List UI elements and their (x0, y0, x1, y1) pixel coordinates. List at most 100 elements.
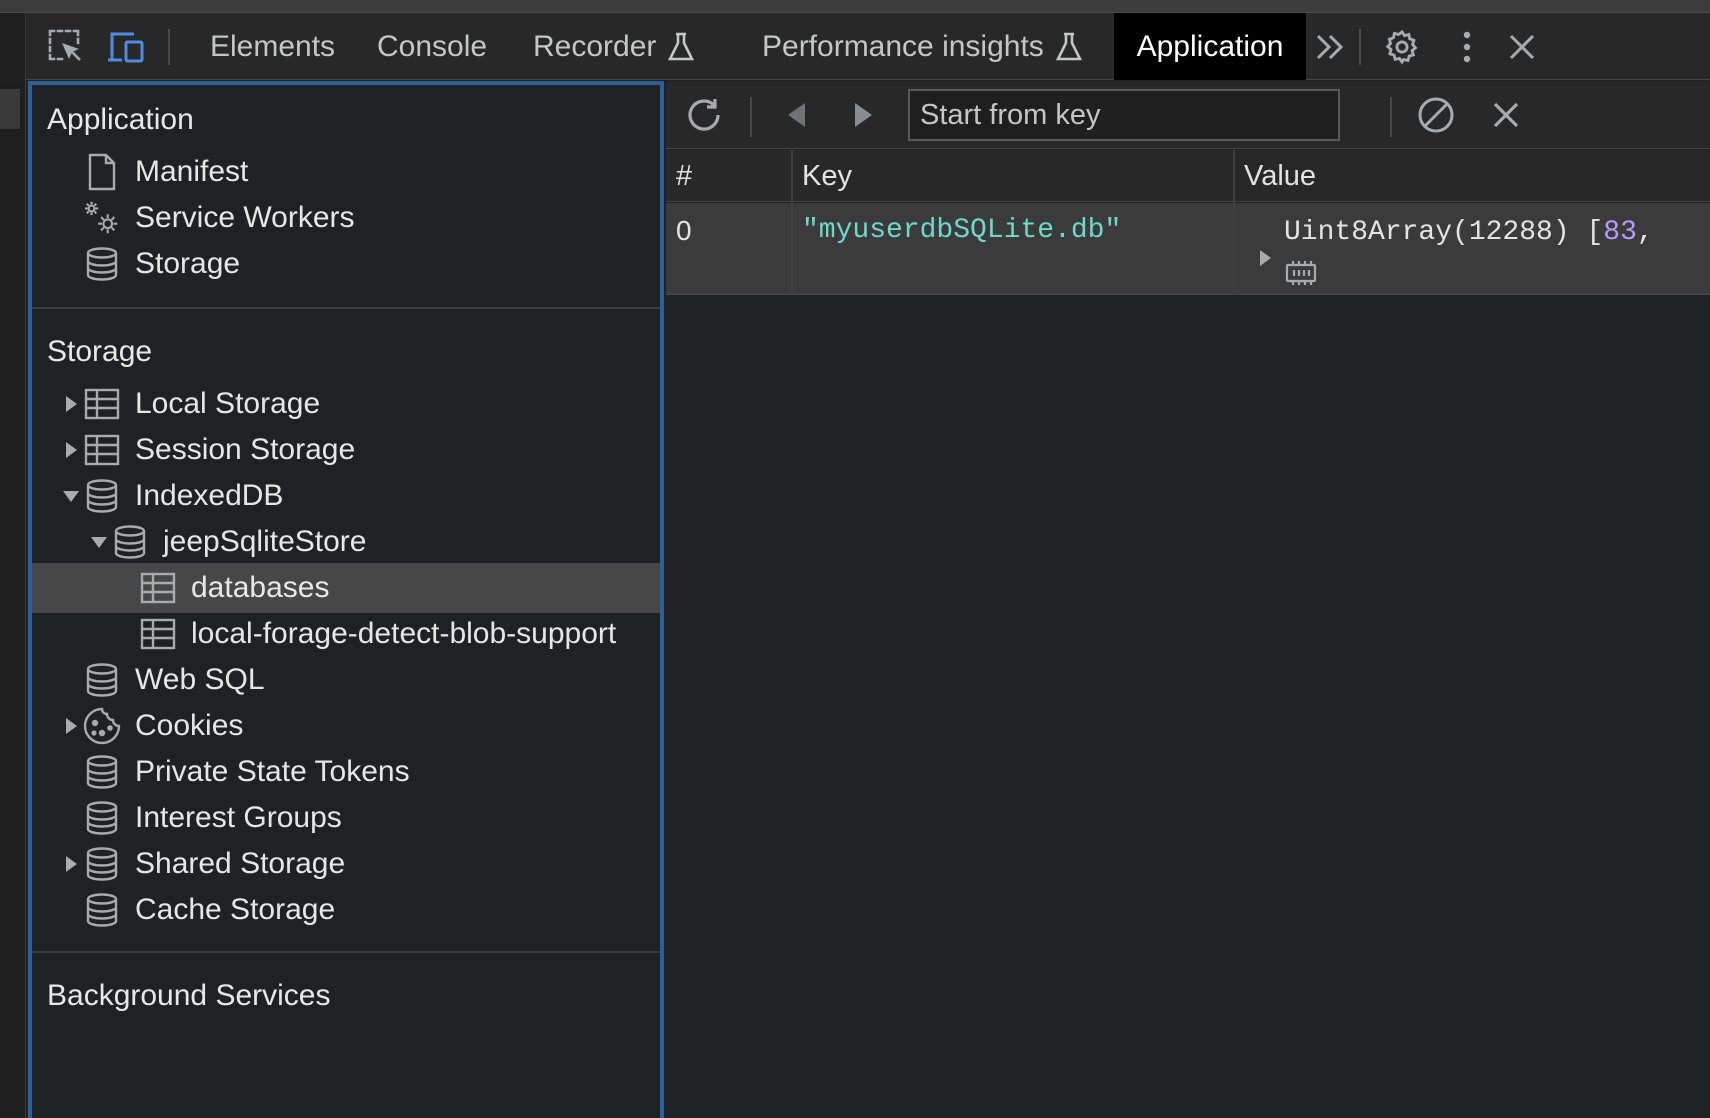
database-icon (82, 890, 122, 930)
tab-label: Performance insights (762, 29, 1044, 63)
sidebar-item-manifest[interactable]: Manifest (32, 147, 660, 197)
sidebar-item-databases[interactable]: databases (32, 563, 660, 613)
section-title-storage: Storage (47, 335, 153, 368)
database-icon (82, 244, 122, 284)
value-type: Uint8Array(12288) [ (1284, 217, 1604, 248)
expand-arrow-icon[interactable] (62, 855, 80, 873)
refresh-icon[interactable] (684, 95, 724, 135)
table-icon (82, 384, 122, 424)
toolbar-separator (750, 97, 752, 137)
sidebar-item-label: Web SQL (135, 663, 265, 696)
sidebar-item-indexeddb[interactable]: IndexedDB (32, 471, 660, 521)
table-icon (138, 614, 178, 654)
database-icon (82, 798, 122, 838)
toolbar-separator (1359, 29, 1361, 65)
sidebar-item-label: jeepSqliteStore (163, 525, 367, 558)
database-icon (110, 522, 150, 562)
section-title-application: Application (47, 103, 194, 136)
sidebar-item-label: Local Storage (135, 387, 321, 420)
sidebar-item-cache-storage[interactable]: Cache Storage (32, 885, 660, 935)
database-icon (82, 476, 122, 516)
sidebar-item-web-sql[interactable]: Web SQL (32, 655, 660, 705)
inspect-element-icon[interactable] (46, 27, 86, 67)
sidebar-item-label: Shared Storage (135, 847, 346, 880)
application-sidebar: Application Manifest Service Workers Sto… (28, 81, 664, 1118)
sidebar-item-private-state-tokens[interactable]: Private State Tokens (32, 747, 660, 797)
row-key: "myuserdbSQLite.db" (802, 215, 1122, 246)
expand-arrow-icon[interactable] (62, 717, 80, 735)
value-comma: , (1636, 217, 1654, 248)
indexeddb-data-view: # Key Value 0 "myuserdbSQLite.db" Uint8A… (666, 81, 1710, 1118)
flask-icon (1055, 32, 1082, 62)
sidebar-item-service-workers[interactable]: Service Workers (32, 193, 660, 243)
memory-inspector-icon[interactable] (1284, 259, 1318, 296)
previous-page-icon[interactable] (776, 95, 816, 135)
section-divider (32, 307, 660, 309)
gutter-handle (0, 89, 20, 129)
gears-icon (82, 198, 122, 238)
gear-icon[interactable] (1382, 27, 1422, 67)
sidebar-item-label: Interest Groups (135, 801, 342, 834)
device-toolbar-icon[interactable] (106, 27, 146, 67)
column-header-index[interactable]: # (666, 150, 792, 202)
tab-console[interactable]: Console (377, 13, 487, 80)
expand-arrow-icon[interactable] (62, 395, 80, 413)
sidebar-item-cookies[interactable]: Cookies (32, 701, 660, 751)
sidebar-item-label: Session Storage (135, 433, 356, 466)
sidebar-item-session-storage[interactable]: Session Storage (32, 425, 660, 475)
document-icon (82, 152, 122, 192)
table-row[interactable]: 0 "myuserdbSQLite.db" Uint8Array(12288) … (666, 203, 1710, 295)
sidebar-item-jeepsqlitestore[interactable]: jeepSqliteStore (32, 517, 660, 567)
expand-value-arrow-icon[interactable] (1258, 245, 1272, 276)
sidebar-item-label: databases (191, 571, 330, 604)
sidebar-item-label: Cookies (135, 709, 244, 742)
column-header-value[interactable]: Value (1234, 150, 1710, 202)
tab-performance-insights[interactable]: Performance insights (762, 13, 1082, 80)
collapse-arrow-icon[interactable] (62, 487, 80, 505)
next-page-icon[interactable] (844, 95, 884, 135)
section-title-background-services: Background Services (47, 979, 331, 1012)
sidebar-item-label: local-forage-detect-blob-support (191, 617, 617, 650)
clear-objectstore-icon[interactable] (1416, 95, 1456, 135)
database-icon (82, 752, 122, 792)
column-divider[interactable] (791, 150, 793, 295)
sidebar-item-local-forage-detect-blob-support[interactable]: local-forage-detect-blob-support (32, 609, 660, 659)
sidebar-item-label: Manifest (135, 155, 249, 188)
start-from-key-input[interactable] (908, 89, 1340, 141)
tab-label: Application (1136, 29, 1284, 63)
sidebar-item-interest-groups[interactable]: Interest Groups (32, 793, 660, 843)
column-divider[interactable] (1233, 150, 1235, 295)
sidebar-item-local-storage[interactable]: Local Storage (32, 379, 660, 429)
window-top-strip (0, 0, 1710, 13)
value-first-element: 83 (1603, 217, 1637, 248)
table-icon (82, 430, 122, 470)
sidebar-item-shared-storage[interactable]: Shared Storage (32, 839, 660, 889)
tab-label: Recorder (533, 29, 657, 63)
left-gutter (0, 13, 26, 80)
flask-icon (668, 32, 695, 62)
page-gutter (0, 81, 26, 1118)
delete-selected-icon[interactable] (1486, 95, 1526, 135)
tab-label: Elements (210, 29, 336, 63)
row-index: 0 (676, 215, 692, 246)
tab-recorder[interactable]: Recorder (533, 13, 695, 80)
collapse-arrow-icon[interactable] (90, 533, 108, 551)
sidebar-item-label: Storage (135, 247, 241, 280)
expand-arrow-icon[interactable] (62, 441, 80, 459)
tab-application[interactable]: Application (1114, 13, 1306, 80)
table-header: # Key Value (666, 150, 1710, 202)
toolbar-separator (168, 29, 170, 65)
column-header-key[interactable]: Key (792, 150, 1234, 202)
close-icon[interactable] (1502, 27, 1542, 67)
tab-elements[interactable]: Elements (210, 13, 335, 80)
section-divider (32, 951, 660, 953)
database-icon (82, 660, 122, 700)
sidebar-item-label: Service Workers (135, 201, 355, 234)
sidebar-item-storage[interactable]: Storage (32, 239, 660, 289)
cookie-icon (82, 706, 122, 746)
toolbar-separator (1390, 97, 1392, 137)
devtools-tab-bar: Elements Console Recorder Performance in… (0, 13, 1710, 80)
kebab-menu-icon[interactable] (1447, 27, 1487, 67)
chevron-double-right-icon[interactable] (1310, 27, 1350, 67)
value-preview: Uint8Array(12288) [83, (1284, 217, 1654, 248)
